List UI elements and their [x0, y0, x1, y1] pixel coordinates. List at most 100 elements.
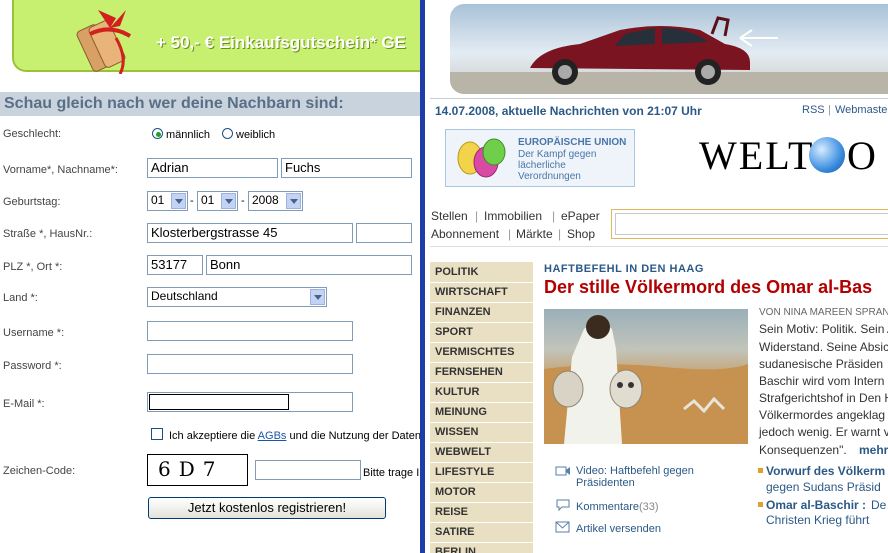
bullet-icon	[758, 502, 763, 507]
link-epaper[interactable]: ePaper	[561, 209, 600, 223]
link-abonnement[interactable]: Abonnement	[431, 227, 499, 241]
chevron-down-icon[interactable]	[310, 289, 325, 305]
link-immobilien[interactable]: Immobilien	[484, 209, 542, 223]
chevron-down-icon[interactable]	[286, 193, 301, 209]
search-input[interactable]	[615, 213, 888, 235]
password-label: Password *:	[3, 360, 62, 372]
birthday-month-value: 01	[201, 193, 215, 207]
link-shop[interactable]: Shop	[567, 227, 595, 241]
related-link-1[interactable]: Vorwurf des Völkerm	[766, 464, 885, 478]
city-input[interactable]: Bonn	[206, 255, 412, 275]
nav-reise[interactable]: REISE	[430, 503, 533, 523]
country-select[interactable]: Deutschland	[147, 287, 327, 307]
captcha-label: Zeichen-Code:	[3, 465, 76, 477]
street-input[interactable]: Klosterbergstrasse 45	[147, 223, 353, 243]
eu-title[interactable]: EUROPÄISCHE UNION	[518, 137, 626, 148]
nav-fernsehen[interactable]: FERNSEHEN	[430, 363, 533, 383]
related-link-2-sub[interactable]: Christen Krieg führt	[766, 513, 869, 527]
link-stellen[interactable]: Stellen	[431, 209, 468, 223]
news-pane: 14.07.2008, aktuelle Nachrichten von 21:…	[425, 0, 888, 553]
condoms-icon	[457, 138, 506, 178]
article-body-line: Widerstand. Seine Absic	[759, 340, 888, 354]
related-link-2[interactable]: Omar al-Baschir :	[766, 498, 866, 512]
house-number-input[interactable]	[356, 223, 412, 243]
nav-meinung[interactable]: MEINUNG	[430, 403, 533, 423]
link-separator: |	[552, 209, 556, 223]
password-input[interactable]	[147, 354, 353, 374]
article-kicker[interactable]: HAFTBEFEHL IN DEN HAAG	[544, 263, 704, 275]
date-line: 14.07.2008, aktuelle Nachrichten von 21:…	[435, 104, 702, 118]
gender-male-label[interactable]: männlich	[166, 129, 210, 141]
eu-line[interactable]: lächerliche	[518, 160, 566, 171]
zip-city-label: PLZ *, Ort *:	[3, 261, 63, 273]
gender-label: Geschlecht:	[3, 128, 62, 140]
captcha-image: 6D7	[147, 454, 248, 486]
link-separator: |	[475, 209, 479, 223]
rss-link[interactable]: RSS	[802, 104, 825, 116]
chevron-down-icon[interactable]	[221, 193, 236, 209]
video-icon	[555, 466, 570, 476]
email-focus-box[interactable]	[149, 394, 289, 410]
send-article-link[interactable]: Artikel versenden	[576, 523, 661, 535]
lastname-input[interactable]: Fuchs	[281, 158, 412, 178]
nav-lifestyle[interactable]: LIFESTYLE	[430, 463, 533, 483]
link-separator: |	[558, 227, 562, 241]
username-label: Username *:	[3, 327, 65, 339]
promo-text[interactable]: + 50,- € Einkaufsgutschein* GE	[156, 33, 406, 53]
nav-politik[interactable]: POLITIK	[430, 263, 533, 283]
nav-vermischtes[interactable]: VERMISCHTES	[430, 343, 533, 363]
related-link-2-inline[interactable]: De	[871, 498, 886, 512]
nav-webwelt[interactable]: WEBWELT	[430, 443, 533, 463]
link-maerkte[interactable]: Märkte	[516, 227, 553, 241]
eu-line[interactable]: Verordnungen	[518, 171, 581, 182]
birthday-label: Geburtstag:	[3, 196, 61, 208]
firstname-input[interactable]: Adrian	[147, 158, 278, 178]
article-byline: VON NINA MAREEN SPRAN	[759, 307, 888, 318]
article-body-line: jedoch wenig. Er warnt v	[759, 425, 888, 439]
eu-line[interactable]: Der Kampf gegen	[518, 149, 596, 160]
nav-finanzen[interactable]: FINANZEN	[430, 303, 533, 323]
zip-input[interactable]: 53177	[147, 255, 203, 275]
email-input[interactable]	[147, 392, 353, 412]
webmaster-link[interactable]: Webmaster	[835, 104, 888, 116]
video-link-text[interactable]: Video: Haftbefehl gegen Präsidenten	[576, 465, 706, 489]
date-separator: -	[190, 195, 194, 207]
birthday-month-select[interactable]: 01	[197, 191, 238, 211]
article-photo[interactable]	[544, 309, 748, 444]
email-label: E-Mail *:	[3, 398, 45, 410]
nav-wissen[interactable]: WISSEN	[430, 423, 533, 443]
registration-pane: + 50,- € Einkaufsgutschein* GE Schau gle…	[0, 0, 420, 553]
terms-checkbox[interactable]	[151, 428, 163, 440]
mail-icon	[555, 521, 570, 533]
nav-berlin[interactable]: BERLIN	[430, 543, 533, 553]
promo-banner[interactable]: + 50,- € Einkaufsgutschein* GE	[0, 0, 420, 90]
register-button[interactable]: Jetzt kostenlos registrieren!	[148, 497, 386, 519]
welt-logo-suffix[interactable]: O	[847, 132, 876, 179]
comments-link[interactable]: Kommentare	[576, 501, 639, 513]
nav-sport[interactable]: SPORT	[430, 323, 533, 343]
captcha-input[interactable]	[255, 460, 361, 480]
article-body-line: Baschir wird vom Intern	[759, 374, 885, 388]
article-headline[interactable]: Der stille Völkermord des Omar al-Bas	[544, 277, 872, 298]
welt-logo[interactable]: WELT	[699, 132, 814, 179]
link-separator: |	[508, 227, 512, 241]
more-link[interactable]: mehr	[859, 443, 888, 457]
birthday-year-select[interactable]: 2008	[248, 191, 303, 211]
nav-kultur[interactable]: KULTUR	[430, 383, 533, 403]
globe-icon	[809, 137, 845, 173]
nav-wirtschaft[interactable]: WIRTSCHAFT	[430, 283, 533, 303]
chevron-down-icon[interactable]	[171, 193, 186, 209]
agb-link[interactable]: AGBs	[258, 430, 287, 442]
gender-female-label[interactable]: weiblich	[236, 129, 275, 141]
username-input[interactable]	[147, 321, 353, 341]
video-link[interactable]: Video: Haftbefehl gegen Präsidenten	[576, 465, 706, 489]
birthday-day-select[interactable]: 01	[147, 191, 188, 211]
nav-motor[interactable]: MOTOR	[430, 483, 533, 503]
nav-satire[interactable]: SATIRE	[430, 523, 533, 543]
name-label: Vorname*, Nachname*:	[3, 164, 118, 176]
article-body-line: Völkermordes angeklag	[759, 408, 886, 422]
car-advertisement[interactable]	[450, 4, 888, 94]
related-link-1-sub[interactable]: gegen Sudans Präsid	[766, 480, 881, 494]
gender-female-radio[interactable]	[222, 128, 233, 139]
gender-male-radio[interactable]	[152, 128, 163, 139]
